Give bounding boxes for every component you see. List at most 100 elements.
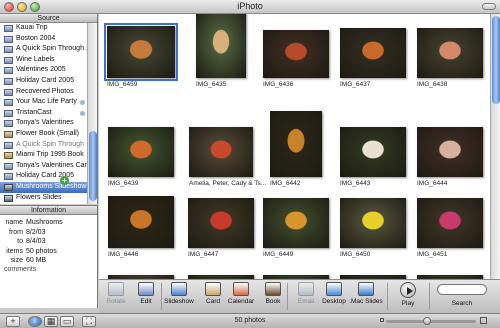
info-value[interactable]: 8/2/03: [26, 228, 45, 238]
photo-thumbnail[interactable]: [340, 198, 406, 248]
album-icon: [4, 25, 13, 32]
photo-caption[interactable]: IMG_6439: [108, 180, 138, 187]
source-item[interactable]: A Quick Spin Through ...: [0, 44, 88, 55]
photo-caption[interactable]: IMG_6449: [263, 251, 293, 258]
info-value[interactable]: 50 photos: [26, 247, 57, 257]
rotate-button[interactable]: Rotate: [99, 282, 133, 305]
photo-caption[interactable]: IMG_6443: [340, 180, 370, 187]
photo-thumbnail[interactable]: [417, 198, 483, 248]
calendar-toggle-button[interactable]: ▭: [60, 316, 74, 327]
photo-thumbnail[interactable]: [263, 198, 329, 248]
photo-caption[interactable]: IMG_6450: [340, 251, 370, 258]
smart-album-icon: [80, 100, 85, 106]
photo-thumbnail[interactable]: [104, 23, 178, 81]
photo-thumbnail[interactable]: [189, 127, 253, 177]
source-item[interactable]: Mushrooms Slideshow: [0, 181, 88, 193]
photo-caption[interactable]: IMG_6437: [340, 81, 370, 88]
photo-thumbnail[interactable]: [108, 196, 174, 248]
slideshow-icon: [4, 194, 13, 202]
photo-thumbnail[interactable]: [270, 111, 322, 177]
source-item[interactable]: Tonya's Valentines: [0, 118, 88, 129]
info-value[interactable]: Mushrooms: [26, 218, 63, 228]
source-item[interactable]: Boston 2004: [0, 34, 88, 45]
mac-slides-icon: [358, 282, 374, 296]
toolbar-toggle-button[interactable]: [482, 3, 496, 10]
source-item[interactable]: Holiday Card 2005: [0, 171, 88, 182]
source-item[interactable]: Tonya's Valentines Card: [0, 161, 88, 172]
zoom-slider[interactable]: [386, 317, 476, 325]
search-input[interactable]: [437, 284, 487, 295]
calendar-button[interactable]: Calendar: [224, 282, 258, 305]
information-pane: Information name Mushrooms from 8/2/03 to 8/4…: [0, 205, 98, 308]
photo-caption[interactable]: IMG_6446: [108, 251, 138, 258]
play-button[interactable]: Play: [391, 282, 425, 307]
photo-caption[interactable]: IMG_6444: [417, 180, 447, 187]
info-key: name: [5, 219, 23, 226]
source-item[interactable]: Recovered Photos: [0, 87, 88, 98]
source-item-label: Recovered Photos: [16, 87, 74, 95]
photo-caption[interactable]: Amelia, Peter, Cady & Ts...: [189, 180, 266, 187]
source-scrollbar[interactable]: [87, 23, 97, 204]
book-button[interactable]: Book: [256, 282, 290, 305]
photo-caption[interactable]: IMG_6436: [263, 81, 293, 88]
info-value[interactable]: 60 MB: [26, 256, 46, 266]
photo-thumbnail[interactable]: [188, 198, 254, 248]
source-item[interactable]: Flower Book (Small): [0, 129, 88, 140]
source-item[interactable]: Wine Labels: [0, 55, 88, 66]
edit-icon: [138, 282, 154, 296]
desktop-button[interactable]: Desktop: [317, 282, 351, 305]
zoom-large-icon: [480, 317, 487, 324]
bottom-toolbar: Search Rotate Edit Slideshow Card Calendar Bo…: [99, 279, 500, 313]
photo-caption[interactable]: IMG_6435: [196, 81, 226, 88]
source-item[interactable]: TristanCast: [0, 108, 88, 119]
source-item[interactable]: Valentines 2005: [0, 65, 88, 76]
book-icon: [265, 282, 281, 296]
source-item[interactable]: Your Mac Life Party: [0, 97, 88, 108]
info-key: to: [17, 238, 23, 245]
photo-caption[interactable]: IMG_6447: [188, 251, 218, 258]
fullscreen-button[interactable]: ⛶: [82, 316, 96, 327]
source-scroll-thumb[interactable]: [89, 131, 97, 201]
browser-scroll-thumb[interactable]: [492, 16, 500, 104]
zoom-slider-knob[interactable]: [423, 317, 431, 325]
source-item[interactable]: Tristan's Party Slideshow: [0, 203, 88, 204]
email-icon: [298, 282, 314, 296]
slideshow-button[interactable]: Slideshow: [162, 282, 196, 305]
photo-caption[interactable]: IMG_6451: [417, 251, 447, 258]
photo-thumbnail[interactable]: [108, 127, 174, 177]
info-row: name Mushrooms: [0, 218, 97, 228]
photo-thumbnail[interactable]: [417, 127, 483, 177]
photo-thumbnail[interactable]: [417, 28, 483, 78]
photo-caption[interactable]: IMG_6438: [417, 81, 447, 88]
source-item-label: Wine Labels: [16, 55, 55, 63]
comments-label[interactable]: comments: [4, 266, 36, 273]
source-item-label: Boston 2004: [16, 34, 56, 42]
browser-scrollbar[interactable]: [490, 14, 500, 279]
info-button[interactable]: i: [28, 316, 42, 327]
album-icon: [4, 109, 13, 117]
source-item[interactable]: Kauai Trip: [0, 23, 88, 34]
edit-button[interactable]: Edit: [129, 282, 163, 305]
source-item[interactable]: Flowers Slides: [0, 193, 88, 204]
view-toggle-button[interactable]: ▦: [44, 316, 58, 327]
photo-caption[interactable]: IMG_6442: [270, 180, 300, 187]
source-item[interactable]: Holiday Card 2005: [0, 76, 88, 87]
add-badge-icon: +: [60, 176, 69, 185]
source-item[interactable]: A Quick Spin Through: [0, 140, 88, 151]
add-album-button[interactable]: +: [6, 316, 20, 327]
title-bar: iPhoto: [0, 0, 500, 14]
album-icon: [4, 173, 13, 181]
photo-thumbnail[interactable]: [196, 14, 246, 78]
window-title: iPhoto: [237, 1, 263, 11]
album-icon: [4, 56, 13, 64]
info-value[interactable]: 8/4/03: [26, 237, 45, 247]
smart-album-icon: [80, 110, 85, 116]
mac-slides-button[interactable]: .Mac Slides: [349, 282, 383, 305]
source-item[interactable]: Miami Trip 1995 Book: [0, 150, 88, 161]
photo-thumbnail[interactable]: [340, 127, 406, 177]
info-key: items: [6, 247, 23, 255]
photo-caption[interactable]: IMG_6459: [107, 81, 137, 88]
photo-thumbnail[interactable]: [263, 30, 329, 78]
photo-thumbnail[interactable]: [340, 28, 406, 78]
source-pane: Source Kauai Trip Boston 2004 A Quick Spin…: [0, 14, 98, 204]
